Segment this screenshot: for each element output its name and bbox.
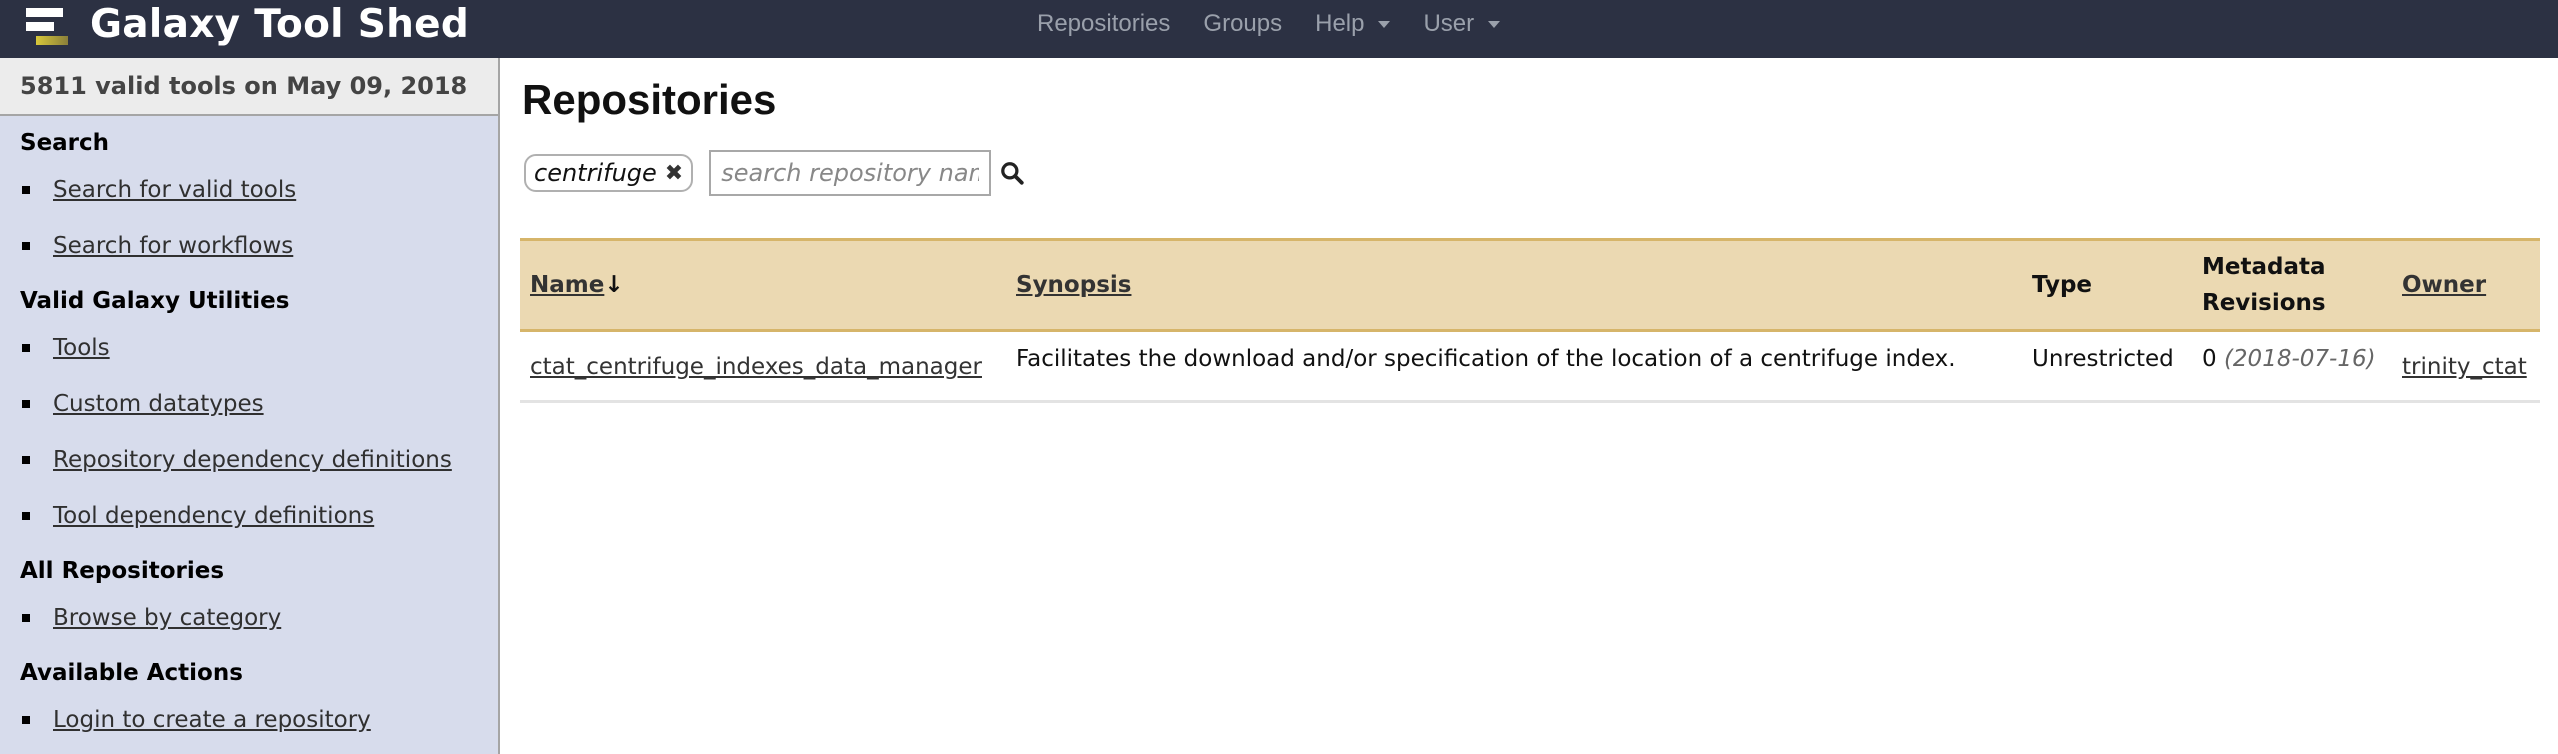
sidebar-item-repo-dependency: Repository dependency definitions: [0, 432, 498, 488]
nav-repositories[interactable]: Repositories: [1037, 10, 1170, 38]
cell-synopsis: Facilitates the download and/or specific…: [1006, 330, 2022, 403]
column-header-name[interactable]: Name↓: [520, 240, 1006, 331]
sidebar-section-title: All Repositories: [20, 558, 225, 584]
bullet-icon: [22, 512, 30, 520]
nav-label: User: [1423, 10, 1475, 37]
bullet-icon: [22, 344, 30, 352]
bullet-icon: [22, 614, 30, 622]
sidebar-link[interactable]: Search for valid tools: [53, 177, 296, 203]
column-header-owner[interactable]: Owner: [2392, 240, 2540, 331]
top-nav: Repositories Groups Help User: [1037, 0, 1533, 48]
bullet-icon: [22, 400, 30, 408]
sort-name-link[interactable]: Name: [530, 272, 604, 298]
sidebar-item-browse-category: Browse by category: [0, 590, 498, 646]
caret-down-icon: [1488, 20, 1501, 28]
sidebar-item-tools: Tools: [0, 320, 498, 376]
filter-chip: centrifuge ✖: [524, 154, 694, 192]
search-input[interactable]: [709, 150, 992, 196]
bullet-icon: [22, 186, 30, 194]
sidebar-item-tool-dependency: Tool dependency definitions: [0, 488, 498, 544]
cell-name: ctat_centrifuge_indexes_data_manager: [520, 330, 1006, 403]
masthead: Galaxy Tool Shed Repositories Groups Hel…: [0, 0, 2558, 58]
column-header-synopsis[interactable]: Synopsis: [1006, 240, 2022, 331]
cell-owner: trinity_ctat: [2392, 330, 2540, 403]
sidebar-item-login: Login to create a repository: [0, 692, 498, 748]
sort-down-icon: ↓: [604, 272, 624, 298]
bullet-icon: [22, 716, 30, 724]
table-row: ctat_centrifuge_indexes_data_manager Fac…: [520, 330, 2540, 403]
column-header-metadata-revisions: Metadata Revisions: [2192, 240, 2392, 331]
sidebar-item-custom-datatypes: Custom datatypes: [0, 376, 498, 432]
sidebar-section-title: Search: [20, 130, 110, 156]
sidebar-link[interactable]: Login to create a repository: [53, 707, 371, 733]
sort-owner-link[interactable]: Owner: [2402, 272, 2486, 298]
repositories-table: Name↓ Synopsis Type Metadata Revisions O…: [520, 238, 2540, 403]
sidebar-link[interactable]: Search for workflows: [53, 233, 293, 259]
revision-number: 0: [2202, 346, 2217, 372]
nav-label: Help: [1315, 10, 1365, 37]
header-label: Metadata Revisions: [2202, 254, 2326, 316]
sidebar-link[interactable]: Tool dependency definitions: [53, 503, 374, 529]
column-header-type: Type: [2032, 272, 2093, 298]
search-icon[interactable]: [999, 160, 1025, 186]
remove-filter-icon[interactable]: ✖: [665, 161, 683, 186]
page-title: Repositories: [522, 76, 777, 123]
nav-help[interactable]: Help: [1315, 10, 1391, 38]
sidebar-item-search-workflows: Search for workflows: [0, 218, 498, 274]
sidebar-section-title: Valid Galaxy Utilities: [20, 288, 290, 314]
filter-chip-label: centrifuge: [534, 159, 657, 187]
cell-metadata-revisions: 0 (2018-07-16): [2192, 330, 2392, 403]
nav-label: Repositories: [1037, 10, 1171, 37]
nav-user[interactable]: User: [1423, 10, 1501, 38]
bullet-icon: [22, 456, 30, 464]
galaxy-logo-icon: [22, 2, 74, 46]
sidebar-link[interactable]: Tools: [53, 335, 110, 361]
sidebar-section-title: Available Actions: [20, 660, 243, 686]
sidebar-link[interactable]: Custom datatypes: [53, 391, 264, 417]
caret-down-icon: [1378, 20, 1391, 28]
sort-synopsis-link[interactable]: Synopsis: [1016, 272, 1131, 298]
nav-label: Groups: [1203, 10, 1283, 37]
table-header-row: Name↓ Synopsis Type Metadata Revisions O…: [520, 239, 2540, 331]
search-bar: centrifuge ✖: [524, 150, 1025, 196]
sidebar-header: 5811 valid tools on May 09, 2018: [0, 58, 498, 116]
owner-link[interactable]: trinity_ctat: [2402, 354, 2527, 380]
cell-type: Unrestricted: [2022, 330, 2192, 403]
sidebar-link[interactable]: Repository dependency definitions: [53, 447, 452, 473]
sidebar-item-search-valid-tools: Search for valid tools: [0, 162, 498, 218]
sidebar: 5811 valid tools on May 09, 2018 Search …: [0, 58, 500, 754]
brand-title[interactable]: Galaxy Tool Shed: [90, 2, 469, 47]
sidebar-link[interactable]: Browse by category: [53, 605, 281, 631]
repository-name-link[interactable]: ctat_centrifuge_indexes_data_manager: [530, 354, 982, 380]
brand[interactable]: Galaxy Tool Shed: [22, 0, 469, 48]
bullet-icon: [22, 242, 30, 250]
revision-date: (2018-07-16): [2223, 346, 2376, 372]
nav-groups[interactable]: Groups: [1203, 10, 1282, 38]
